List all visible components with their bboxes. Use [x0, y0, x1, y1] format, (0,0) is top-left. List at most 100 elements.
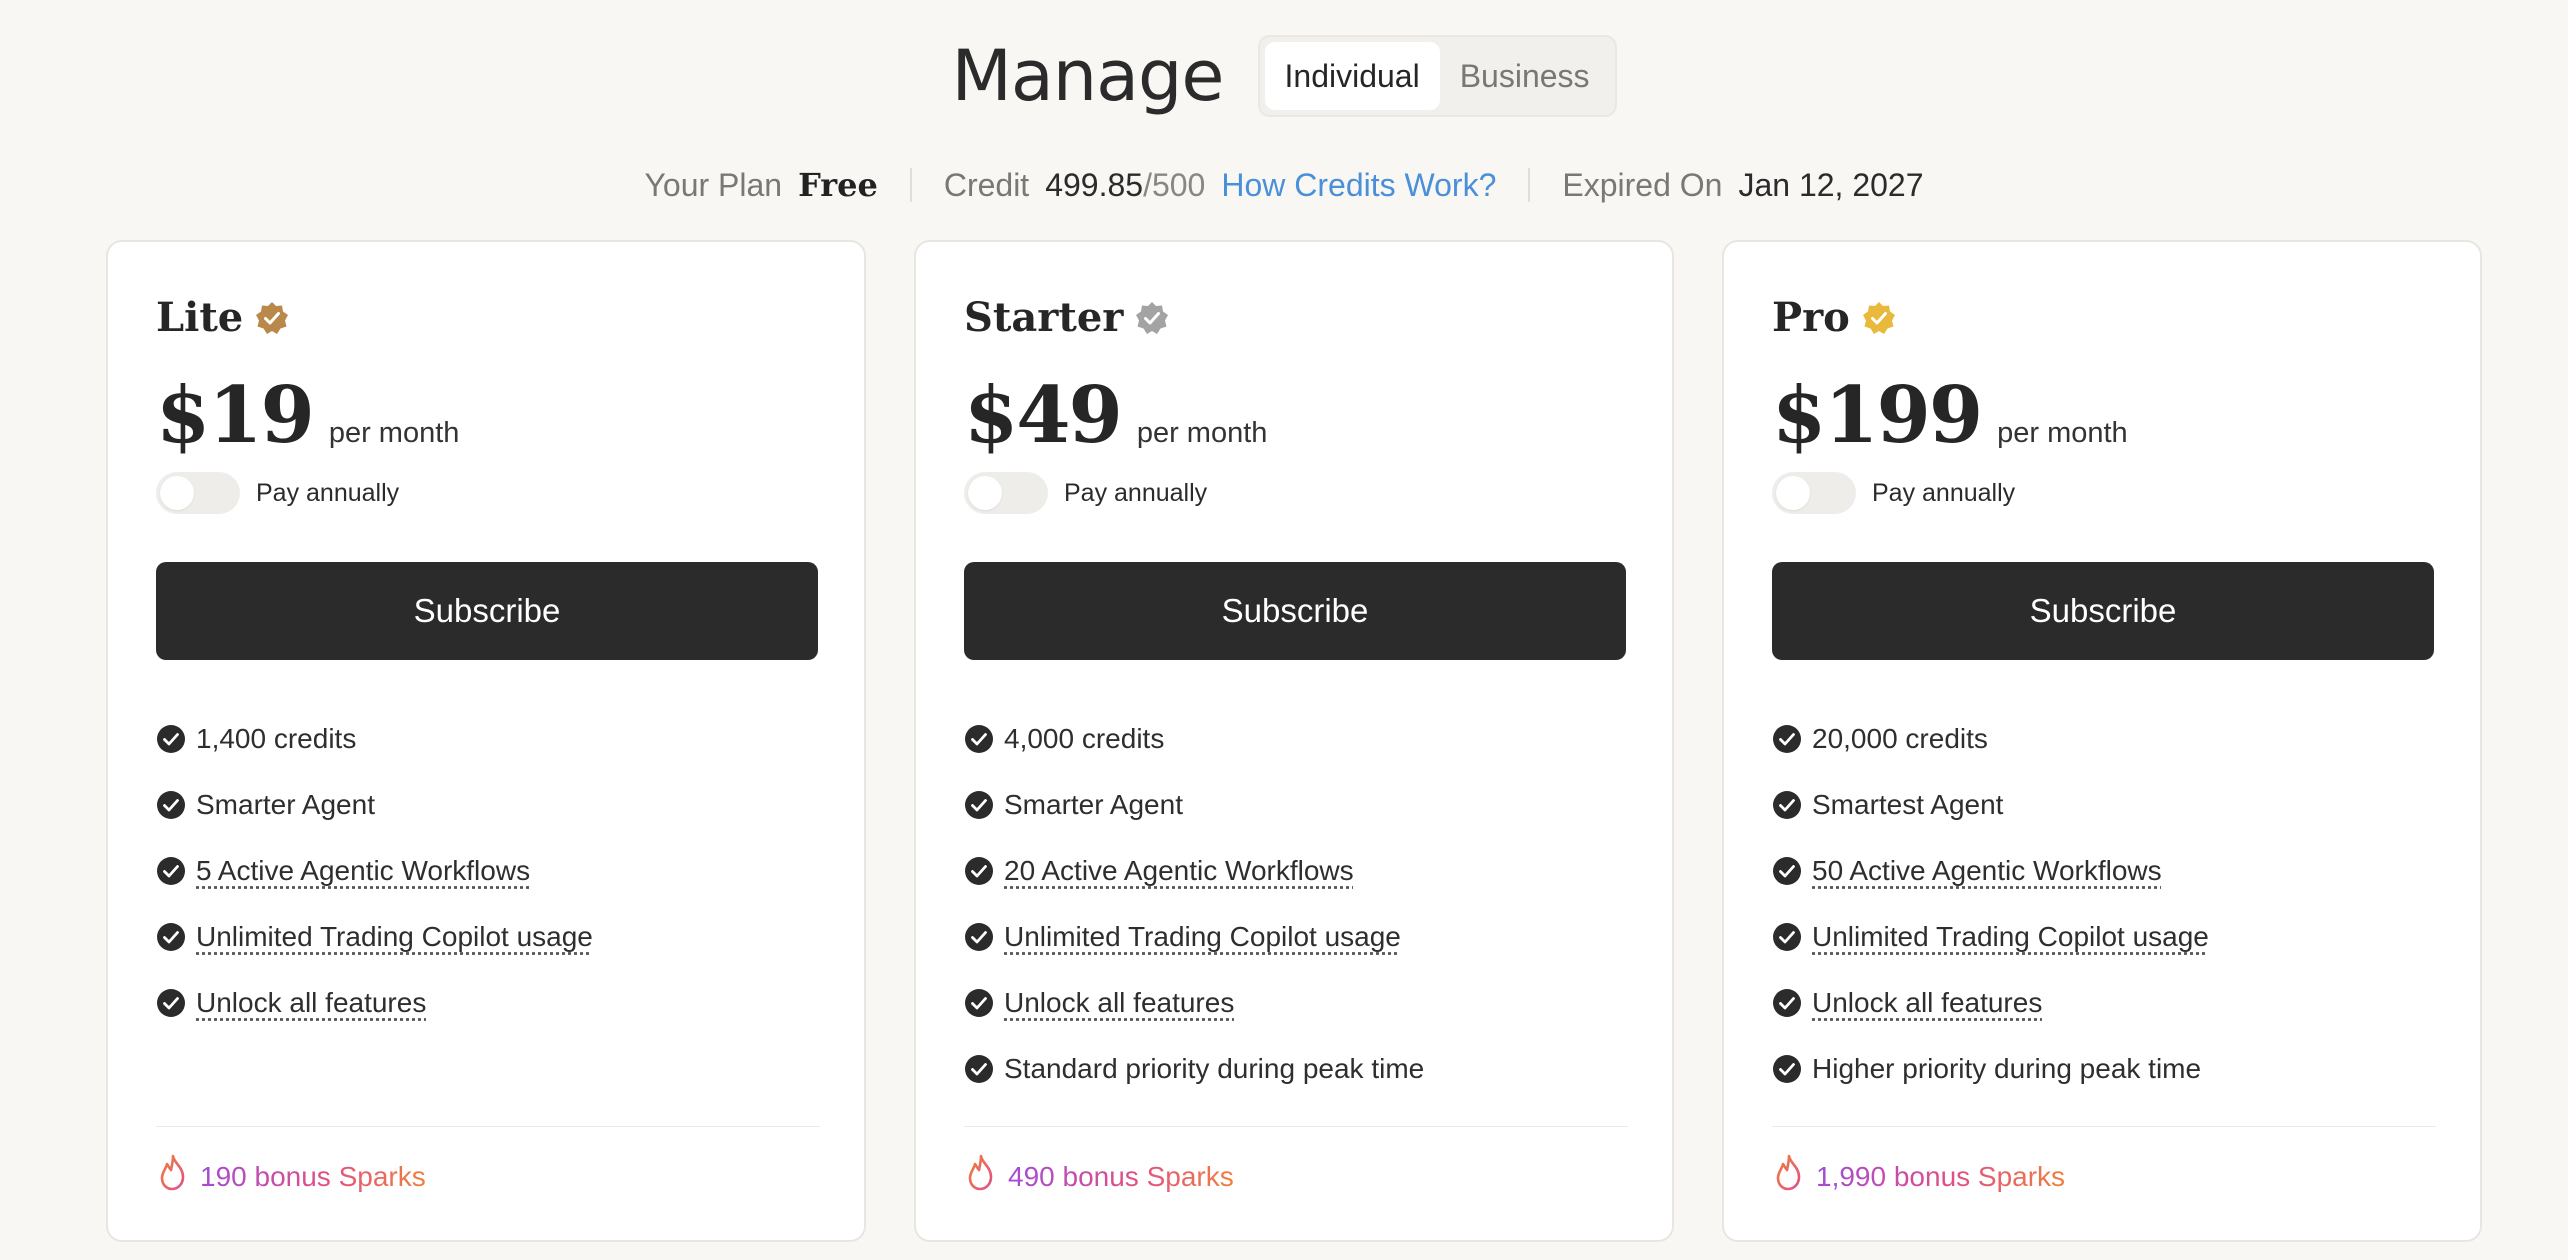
plan-cards: Lite $19 per month Pay annually Subscrib…: [106, 240, 2482, 1242]
flame-icon: [1772, 1154, 1806, 1199]
feature-tooltip-link[interactable]: Unlimited Trading Copilot usage: [1812, 921, 2209, 953]
plan-title: Pro: [1772, 294, 1896, 341]
page-header: Manage Individual Business: [0, 28, 2568, 124]
credit-label: Credit: [943, 166, 1030, 203]
plan-name: Lite: [156, 294, 244, 341]
feature-item: 20 Active Agentic Workflows: [964, 838, 1424, 904]
feature-list: 1,400 credits Smarter Agent 5 Active Age…: [156, 706, 593, 1036]
bonus-text: 490 bonus Sparks: [1008, 1160, 1234, 1192]
price-row: $199 per month: [1772, 370, 2128, 461]
check-circle-icon: [1772, 856, 1802, 886]
check-circle-icon: [1772, 988, 1802, 1018]
subscribe-button[interactable]: Subscribe: [1772, 562, 2434, 660]
tab-individual[interactable]: Individual: [1264, 42, 1440, 110]
feature-text: 1,400 credits: [196, 723, 357, 754]
feature-item: Smartest Agent: [1772, 772, 2209, 838]
feature-item: Unlimited Trading Copilot usage: [964, 904, 1424, 970]
check-circle-icon: [964, 1054, 994, 1084]
billing-period: per month: [328, 417, 460, 449]
subscribe-button[interactable]: Subscribe: [964, 562, 1626, 660]
plan-title: Lite: [156, 294, 289, 341]
pay-annually-toggle[interactable]: [1772, 472, 1856, 514]
feature-item: 50 Active Agentic Workflows: [1772, 838, 2209, 904]
feature-tooltip-link[interactable]: 20 Active Agentic Workflows: [1004, 855, 1354, 887]
check-circle-icon: [964, 856, 994, 886]
feature-item: 4,000 credits: [964, 706, 1424, 772]
expiry-date: Jan 12, 2027: [1738, 166, 1924, 203]
feature-item: 5 Active Agentic Workflows: [156, 838, 593, 904]
feature-list: 4,000 credits Smarter Agent 20 Active Ag…: [964, 706, 1424, 1102]
plan-value: Free: [798, 166, 878, 204]
feature-item: Higher priority during peak time: [1772, 1036, 2209, 1102]
feature-tooltip-link[interactable]: Unlock all features: [196, 987, 426, 1019]
check-circle-icon: [156, 988, 186, 1018]
divider: [1772, 1126, 2436, 1127]
feature-list: 20,000 credits Smartest Agent 50 Active …: [1772, 706, 2209, 1102]
feature-text: 4,000 credits: [1004, 723, 1165, 754]
check-circle-icon: [156, 922, 186, 952]
credit-balance: 499.85/500: [1045, 167, 1205, 204]
plan-name: Starter: [964, 294, 1124, 341]
current-plan: Your Plan Free: [613, 166, 910, 204]
expiry-label: Expired On: [1562, 166, 1723, 203]
page-title: Manage: [951, 35, 1224, 117]
check-circle-icon: [964, 988, 994, 1018]
feature-text: Smartest Agent: [1812, 789, 2004, 820]
feature-tooltip-link[interactable]: 5 Active Agentic Workflows: [196, 855, 530, 887]
feature-tooltip-link[interactable]: Unlock all features: [1004, 987, 1234, 1019]
feature-item: Unlock all features: [1772, 970, 2209, 1036]
toggle-knob: [968, 476, 1002, 510]
price: $19: [156, 370, 315, 461]
pay-annually-label: Pay annually: [1064, 478, 1208, 507]
annual-toggle-row: Pay annually: [964, 472, 1207, 514]
plan-card-lite: Lite $19 per month Pay annually Subscrib…: [106, 240, 866, 1242]
plan-card-starter: Starter $49 per month Pay annually Subsc…: [914, 240, 1674, 1242]
price: $49: [964, 370, 1123, 461]
check-circle-icon: [1772, 922, 1802, 952]
feature-tooltip-link[interactable]: Unlock all features: [1812, 987, 2042, 1019]
bonus-text: 1,990 bonus Sparks: [1816, 1160, 2066, 1192]
plan-name: Pro: [1772, 294, 1850, 341]
subscribe-button[interactable]: Subscribe: [156, 562, 818, 660]
verified-badge-icon: [255, 301, 289, 335]
feature-tooltip-link[interactable]: Unlimited Trading Copilot usage: [1004, 921, 1401, 953]
price: $199: [1772, 370, 1983, 461]
check-circle-icon: [964, 922, 994, 952]
tab-business[interactable]: Business: [1440, 42, 1610, 110]
divider: [964, 1126, 1628, 1127]
feature-item: Unlock all features: [964, 970, 1424, 1036]
price-row: $19 per month: [156, 370, 459, 461]
feature-item: Unlimited Trading Copilot usage: [156, 904, 593, 970]
feature-text: Standard priority during peak time: [1004, 1053, 1425, 1084]
account-status-bar: Your Plan Free Credit 499.85/500 How Cre…: [0, 155, 2568, 215]
feature-tooltip-link[interactable]: 50 Active Agentic Workflows: [1812, 855, 2162, 887]
plan-type-switch: Individual Business: [1257, 35, 1617, 117]
plan-label: Your Plan: [644, 167, 783, 203]
feature-item: 20,000 credits: [1772, 706, 2209, 772]
pay-annually-toggle[interactable]: [964, 472, 1048, 514]
billing-period: per month: [1997, 417, 2128, 449]
pay-annually-label: Pay annually: [256, 478, 400, 507]
feature-item: Standard priority during peak time: [964, 1036, 1424, 1102]
plan-title: Starter: [964, 294, 1169, 341]
feature-item: 1,400 credits: [156, 706, 593, 772]
verified-badge-icon: [1862, 301, 1896, 335]
toggle-knob: [1776, 476, 1810, 510]
price-row: $49 per month: [964, 370, 1267, 461]
credit-info: Credit 499.85/500 How Credits Work?: [912, 167, 1529, 204]
check-circle-icon: [156, 790, 186, 820]
annual-toggle-row: Pay annually: [156, 472, 399, 514]
feature-text: Higher priority during peak time: [1812, 1053, 2202, 1084]
check-circle-icon: [1772, 790, 1802, 820]
plan-card-pro: Pro $199 per month Pay annually Subscrib…: [1722, 240, 2482, 1242]
feature-item: Smarter Agent: [964, 772, 1424, 838]
pay-annually-toggle[interactable]: [156, 472, 240, 514]
feature-tooltip-link[interactable]: Unlimited Trading Copilot usage: [196, 921, 593, 953]
verified-badge-icon: [1135, 301, 1169, 335]
bonus-sparks: 490 bonus Sparks: [964, 1154, 1234, 1199]
expiry-info: Expired On Jan 12, 2027: [1530, 167, 1955, 204]
check-circle-icon: [1772, 724, 1802, 754]
feature-item: Unlock all features: [156, 970, 593, 1036]
check-circle-icon: [156, 856, 186, 886]
how-credits-work-link[interactable]: How Credits Work?: [1221, 167, 1496, 204]
